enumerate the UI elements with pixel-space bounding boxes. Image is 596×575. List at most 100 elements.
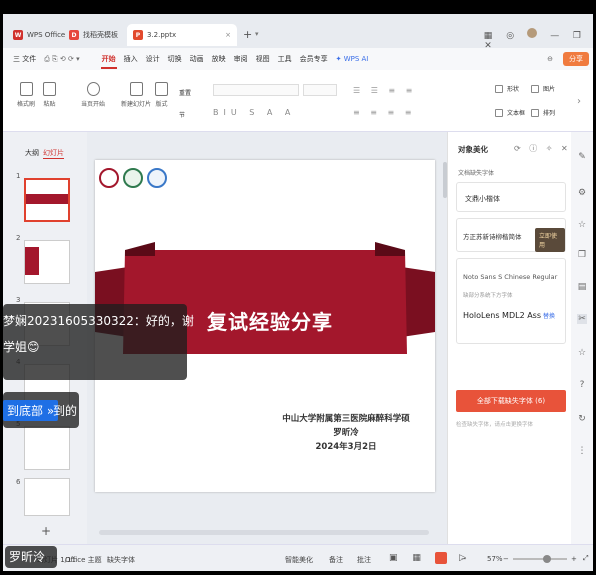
chat-overlay-2: 到底部 » 到的 — [3, 392, 79, 428]
comments-button[interactable]: 批注 — [357, 555, 371, 565]
font-style-buttons[interactable]: BIU S A A — [213, 108, 295, 117]
layout-icon — [155, 82, 168, 96]
tune-icon[interactable]: ⚙ — [577, 188, 587, 198]
from-current-label: 当页开始 — [81, 101, 106, 108]
smart-beautify-button[interactable]: 智能美化 — [285, 555, 313, 565]
format-painter-label: 格式刷 — [17, 101, 36, 108]
menu-insert[interactable]: 插入 — [120, 54, 142, 64]
template-icon[interactable]: ▤ — [577, 282, 587, 292]
slide-organization: 中山大学附属第三医院麻醉科学硕 — [282, 414, 410, 424]
font-family-select[interactable] — [213, 84, 299, 96]
help-circle-icon[interactable]: ? — [577, 380, 587, 390]
menu-member[interactable]: 会员专享 — [296, 54, 332, 64]
tools-icon[interactable]: ✂ — [577, 314, 587, 324]
from-current-button[interactable]: 当页开始 — [81, 82, 105, 108]
more-star-icon[interactable]: ☆ — [577, 348, 587, 358]
view-mode-buttons[interactable]: ▣ ▦ ▭ ▷ — [389, 553, 472, 563]
align-buttons[interactable]: ≡ ≡ ≡ ≡ — [353, 108, 415, 117]
status-bar: 幻灯片 1/11 Office 主题 缺失字体 智能美化 备注 批注 ▣ ▦ ▭… — [3, 544, 593, 571]
university-logo — [99, 168, 119, 188]
replace-font-link[interactable]: 替换 — [543, 311, 555, 320]
tab-close-icon[interactable]: × — [225, 31, 231, 39]
collapse-ribbon-icon[interactable]: ⊖ — [543, 55, 557, 63]
paste-button[interactable]: 粘贴 — [43, 82, 56, 108]
tab-document-label: 3.2.pptx — [147, 31, 177, 39]
beautify-icon[interactable]: ✎ — [577, 152, 587, 162]
zoom-slider[interactable] — [513, 555, 567, 563]
paste-label: 粘贴 — [43, 101, 56, 108]
theme-name[interactable]: Office 主题 — [65, 555, 102, 565]
font-card-2[interactable]: 方正苏新诗柳楷简体 立即使用 — [456, 218, 566, 252]
panel-header-icons[interactable]: ⟳ ⓘ ✧ ✕ — [514, 143, 571, 154]
shape-button[interactable]: 形状 — [495, 84, 519, 93]
arrange-button[interactable]: 排列 — [531, 108, 555, 117]
arrange-icon — [531, 108, 539, 117]
tab-dropdown-icon[interactable]: ▾ — [255, 30, 259, 38]
menu-slideshow[interactable]: 放映 — [208, 54, 230, 64]
paragraph-buttons[interactable]: ☰ ☰ ≡ ≡ — [353, 86, 416, 95]
fit-window-icon[interactable]: ⤢ — [583, 554, 589, 563]
ribbon-scroll-right-icon[interactable]: › — [577, 96, 581, 107]
chat-message-1-cont: 学姐😊 — [3, 340, 40, 354]
more-icon[interactable]: ⋮ — [577, 446, 587, 456]
scroll-bottom-label: 到底部 — [7, 404, 44, 418]
slides-tab[interactable]: 幻灯片 — [43, 148, 64, 159]
use-now-button[interactable]: 立即使用 — [535, 228, 565, 252]
missing-font-status[interactable]: 缺失字体 — [107, 555, 135, 565]
textbox-button[interactable]: 文本框 — [495, 108, 525, 117]
grid-icon[interactable]: ▦ — [483, 31, 493, 41]
menu-design[interactable]: 设计 — [142, 54, 164, 64]
format-painter-button[interactable]: 格式刷 — [17, 82, 35, 108]
horizontal-scrollbar[interactable] — [99, 530, 429, 535]
add-slide-button[interactable]: + — [41, 524, 51, 538]
shape-icon — [495, 84, 503, 93]
font-card-1[interactable]: 文鼎小楷体 — [456, 182, 566, 212]
menu-view[interactable]: 视图 — [252, 54, 274, 64]
tab-document[interactable]: P 3.2.pptx × — [127, 24, 237, 46]
tab-wps-office[interactable]: W WPS Office — [7, 24, 71, 46]
layout-label: 版式 — [155, 101, 168, 108]
copy-icon[interactable]: ❐ — [577, 250, 587, 260]
tab-template[interactable]: D 找稻壳模板 — [63, 24, 124, 46]
wps-ai-label: WPS AI — [343, 55, 369, 63]
outline-tab[interactable]: 大纲 — [25, 148, 39, 158]
font-card-3[interactable]: Noto Sans S Chinese Regular 缺部分系统下方字体 Ho… — [456, 258, 566, 344]
new-slide-button[interactable]: 新建幻灯片 — [121, 82, 151, 108]
avatar[interactable] — [527, 28, 538, 38]
star-icon[interactable]: ☆ — [577, 220, 587, 230]
new-tab-button[interactable]: + — [243, 28, 252, 41]
zoom-slider-thumb[interactable] — [543, 555, 551, 563]
scroll-to-bottom-button[interactable]: 到底部 » — [3, 400, 59, 421]
restore-icon[interactable]: ❐ — [572, 31, 582, 41]
menu-review[interactable]: 审阅 — [230, 54, 252, 64]
slide-author: 罗昕冷 — [333, 428, 359, 438]
slide-thumbnail-5[interactable] — [24, 426, 70, 470]
notes-button[interactable]: 备注 — [329, 555, 343, 565]
download-all-fonts-button[interactable]: 全部下载缺失字体 (6) — [456, 390, 566, 412]
zoom-out-button[interactable]: − — [503, 555, 509, 563]
image-button[interactable]: 图片 — [531, 84, 555, 93]
section-button[interactable]: 节 — [179, 110, 185, 119]
zoom-level[interactable]: 57% — [487, 555, 503, 563]
wps-ai-button[interactable]: ✦ WPS AI — [332, 55, 373, 63]
help-icon[interactable]: ◎ — [505, 31, 515, 41]
shape-label: 形状 — [507, 86, 520, 93]
share-button[interactable]: 分享 — [563, 52, 589, 66]
history-icon[interactable]: ↻ — [577, 414, 587, 424]
arrange-label: 排列 — [543, 110, 556, 117]
menu-tools[interactable]: 工具 — [274, 54, 296, 64]
zoom-in-button[interactable]: + — [571, 555, 577, 563]
slide-thumbnail-1[interactable] — [24, 178, 70, 222]
menu-transition[interactable]: 切换 — [164, 54, 186, 64]
play-slideshow-button[interactable] — [435, 552, 447, 564]
slide-thumbnail-6[interactable] — [24, 478, 70, 516]
zoom-out-icon[interactable]: − — [461, 555, 467, 563]
layout-button[interactable]: 版式 — [155, 82, 168, 108]
minimize-icon[interactable]: — — [550, 31, 560, 41]
menu-animation[interactable]: 动画 — [186, 54, 208, 64]
reset-button[interactable]: 重置 — [179, 88, 191, 97]
slide-thumbnail-2[interactable] — [24, 240, 70, 284]
file-menu[interactable]: 三 文件 — [9, 54, 40, 64]
menu-home[interactable]: 开始 — [98, 54, 120, 69]
font-size-select[interactable] — [303, 84, 337, 96]
